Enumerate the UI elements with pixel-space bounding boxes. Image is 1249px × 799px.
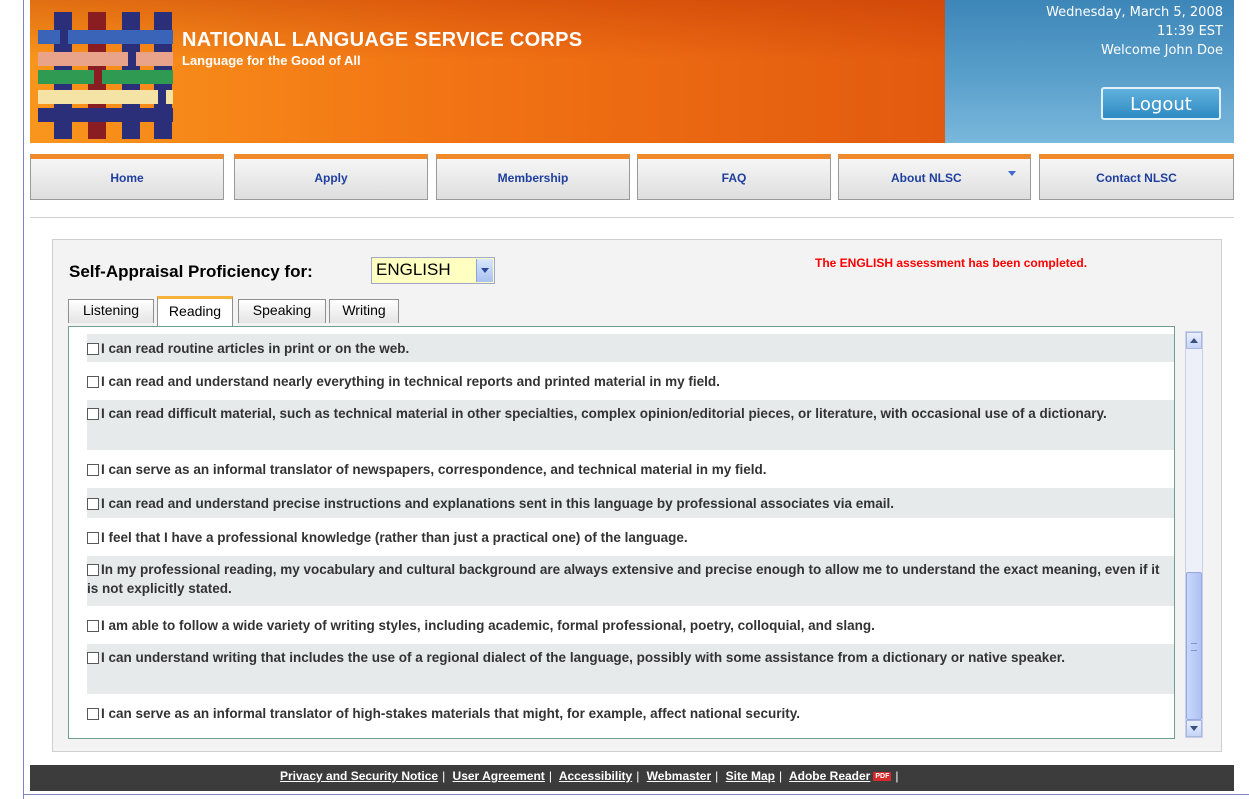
nav-divider: [30, 217, 1234, 218]
checkbox[interactable]: [87, 532, 99, 544]
list-item: I am able to follow a wide variety of wr…: [87, 611, 1174, 639]
list-item: I can read and understand nearly everyth…: [87, 367, 1174, 395]
language-select-value: ENGLISH: [376, 260, 451, 279]
chevron-down-icon[interactable]: [476, 259, 493, 282]
checkbox[interactable]: [87, 376, 99, 388]
item-text: I feel that I have a professional knowle…: [101, 530, 688, 545]
scroll-down-icon[interactable]: [1186, 720, 1202, 737]
footer-link-privacy[interactable]: Privacy and Security Notice: [280, 769, 438, 783]
list-item: I can understand writing that includes t…: [87, 644, 1174, 694]
checkbox[interactable]: [87, 498, 99, 510]
page-bottom-border: [23, 794, 1249, 795]
proficiency-label: Self-Appraisal Proficiency for:: [69, 262, 313, 281]
checkbox[interactable]: [87, 343, 99, 355]
pdf-icon: PDF: [873, 772, 892, 781]
item-text: I can read difficult material, such as t…: [101, 406, 1107, 421]
nav-contact[interactable]: Contact NLSC: [1039, 154, 1234, 200]
current-date: Wednesday, March 5, 2008: [1046, 5, 1223, 20]
list-item: I can serve as an informal translator of…: [87, 455, 1174, 483]
page-left-border: [23, 0, 24, 799]
item-text: I can understand writing that includes t…: [101, 650, 1065, 665]
site-tagline: Language for the Good of All: [182, 53, 361, 68]
checkbox[interactable]: [87, 464, 99, 476]
tab-speaking[interactable]: Speaking: [238, 299, 326, 323]
footer-link-accessibility[interactable]: Accessibility: [559, 769, 632, 783]
list-item: I can read difficult material, such as t…: [87, 400, 1174, 450]
checkbox[interactable]: [87, 564, 99, 576]
nav-faq-label: FAQ: [721, 171, 747, 185]
list-item: In my professional reading, my vocabular…: [87, 556, 1174, 606]
footer-link-user-agreement[interactable]: User Agreement: [453, 769, 545, 783]
checkbox[interactable]: [87, 408, 99, 420]
checkbox[interactable]: [87, 652, 99, 664]
nav-apply-label: Apply: [314, 171, 348, 185]
list-item: I feel that I have a professional knowle…: [87, 523, 1174, 551]
footer-link-site-map[interactable]: Site Map: [726, 769, 775, 783]
nav-home-label: Home: [110, 171, 144, 185]
chevron-down-icon: [1008, 171, 1016, 176]
status-message: The ENGLISH assessment has been complete…: [815, 256, 1088, 270]
item-text: I can read routine articles in print or …: [101, 341, 410, 356]
nav-faq[interactable]: FAQ: [637, 154, 831, 200]
checkbox[interactable]: [87, 620, 99, 632]
current-time: 11:39 EST: [1156, 24, 1223, 39]
tab-listening[interactable]: Listening: [68, 299, 154, 323]
checkbox[interactable]: [87, 708, 99, 720]
item-text: I can serve as an informal translator of…: [101, 706, 800, 721]
item-text: I can read and understand nearly everyth…: [101, 374, 720, 389]
footer-link-webmaster[interactable]: Webmaster: [647, 769, 711, 783]
list-item: I can read routine articles in print or …: [87, 334, 1174, 362]
scroll-up-icon[interactable]: [1186, 332, 1202, 349]
user-panel: [945, 0, 1234, 143]
footer: Privacy and Security Notice | User Agreem…: [30, 765, 1234, 791]
item-text: I can serve as an informal translator of…: [101, 462, 767, 477]
list-item: I can read and understand precise instru…: [87, 488, 1174, 518]
site-title: NATIONAL LANGUAGE SERVICE CORPS: [182, 29, 583, 51]
scrollbar-thumb[interactable]: [1186, 572, 1202, 720]
nav-home[interactable]: Home: [30, 154, 224, 200]
list-scrollbar[interactable]: [1185, 331, 1203, 738]
nav-apply[interactable]: Apply: [234, 154, 428, 200]
nlsc-logo: [38, 12, 173, 139]
item-text: I can read and understand precise instru…: [101, 496, 894, 511]
nav-membership[interactable]: Membership: [436, 154, 630, 200]
list-item: I can serve as an informal translator of…: [87, 699, 1174, 727]
welcome-text: Welcome John Doe: [1101, 43, 1223, 58]
item-text: I am able to follow a wide variety of wr…: [101, 618, 875, 633]
proficiency-list: I can read routine articles in print or …: [68, 326, 1175, 739]
nav-contact-label: Contact NLSC: [1096, 171, 1177, 185]
tab-writing[interactable]: Writing: [329, 299, 399, 323]
footer-link-adobe-reader[interactable]: Adobe Reader: [789, 769, 870, 783]
language-select[interactable]: ENGLISH: [371, 257, 495, 284]
item-text: In my professional reading, my vocabular…: [87, 562, 1160, 596]
footer-links: Privacy and Security Notice | User Agreem…: [280, 769, 899, 783]
logout-button[interactable]: Logout: [1101, 87, 1221, 120]
tab-reading[interactable]: Reading: [157, 296, 233, 326]
nav-membership-label: Membership: [497, 171, 569, 185]
nav-about[interactable]: About NLSC: [838, 154, 1031, 200]
nav-about-label: About NLSC: [891, 171, 962, 185]
